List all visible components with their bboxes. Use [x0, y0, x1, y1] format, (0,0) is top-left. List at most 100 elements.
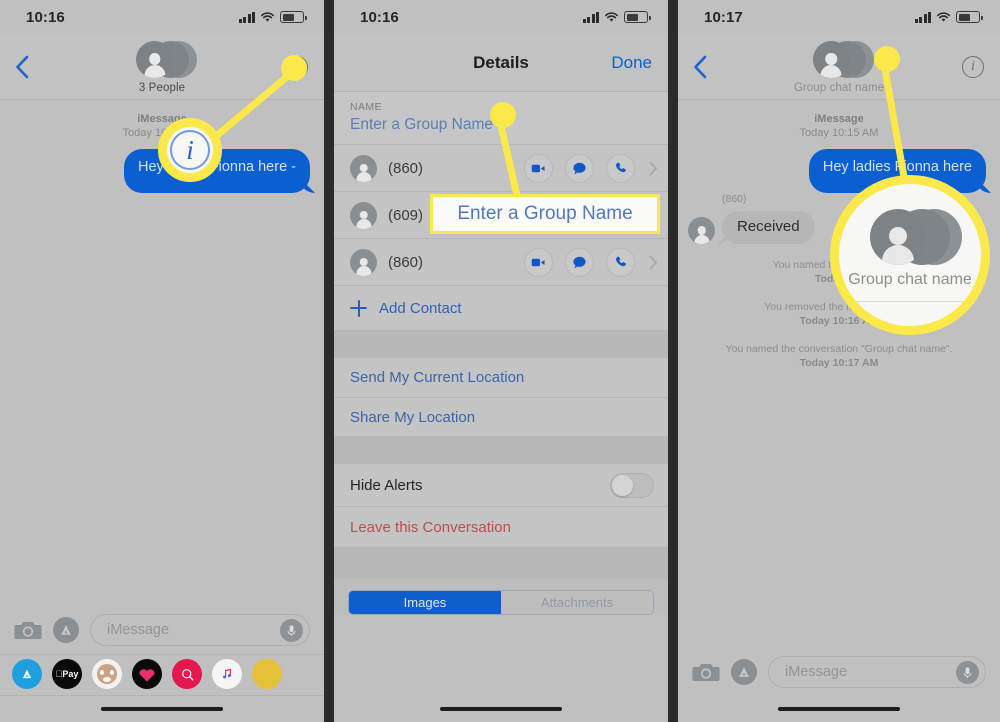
system-note-text: You named the conversation "Group chat n…: [725, 343, 953, 355]
app-icon-apple-pay[interactable]: Pay: [52, 659, 82, 689]
leave-conversation-row[interactable]: Leave this Conversation: [334, 506, 668, 548]
group-name-label: 3 People: [138, 82, 186, 94]
sender-avatar: [688, 217, 715, 244]
contact-row[interactable]: (860): [334, 238, 668, 285]
back-chevron-icon[interactable]: [12, 54, 32, 80]
microphone-icon[interactable]: [280, 618, 303, 642]
app-icon-images[interactable]: [172, 659, 202, 689]
message-row-outgoing: Hey ladies Fionna here: [678, 140, 1000, 193]
contact-row[interactable]: (609): [334, 191, 668, 238]
section-spacer: [334, 548, 668, 578]
system-note-time: Today 10:: [814, 273, 864, 285]
battery-icon: [624, 11, 651, 23]
group-avatar-icon: [807, 41, 874, 79]
home-indicator-bar: [334, 696, 668, 722]
imessage-placeholder: iMessage: [785, 664, 848, 680]
message-input-bar: iMessage Pay: [0, 606, 324, 722]
message-bubble-sent[interactable]: Hey ladies Fionna here: [808, 149, 986, 193]
status-bar: 10:17: [678, 0, 1000, 34]
camera-icon[interactable]: [14, 619, 42, 641]
status-indicators: [914, 11, 983, 23]
phone-panel-named-conversation: 10:17 Group chat name i iMessage Today 1…: [678, 0, 1000, 722]
contact-avatar: [350, 201, 377, 229]
phone-call-icon[interactable]: [606, 153, 635, 183]
imessage-input[interactable]: iMessage: [90, 614, 310, 646]
message-list: iMessage Today 10:15 AM Hey ladies Fionn…: [678, 100, 1000, 662]
wifi-icon: [260, 11, 275, 23]
service-label: iMessage: [137, 113, 187, 125]
hide-alerts-label: Hide Alerts: [350, 476, 423, 494]
share-my-location-row[interactable]: Share My Location: [334, 397, 668, 437]
app-icon-more[interactable]: [252, 659, 282, 689]
contact-avatar: [350, 154, 377, 182]
app-icon-app-store[interactable]: [12, 659, 42, 689]
hide-alerts-toggle[interactable]: [610, 472, 654, 498]
microphone-icon[interactable]: [956, 660, 979, 684]
message-timestamp: Today 10:15 AM: [799, 127, 879, 139]
camera-icon[interactable]: [692, 661, 720, 683]
input-row: iMessage: [0, 606, 324, 654]
send-current-location-row[interactable]: Send My Current Location: [334, 357, 668, 397]
tab-attachments[interactable]: Attachments: [501, 591, 653, 614]
message-bubble-received[interactable]: Received: [722, 211, 815, 244]
message-icon[interactable]: [565, 247, 594, 277]
status-bar: 10:16: [334, 0, 668, 34]
video-call-icon[interactable]: [524, 153, 553, 183]
add-contact-row[interactable]: Add Contact: [334, 285, 668, 331]
group-identity[interactable]: Group chat name: [794, 41, 884, 94]
app-icon-digital-touch[interactable]: [132, 659, 162, 689]
message-bubble-sent[interactable]: Hey ladies Fionna here -: [124, 149, 310, 193]
message-input-bar: iMessage: [678, 648, 1000, 722]
section-spacer: [334, 437, 668, 463]
app-drawer: Pay: [0, 654, 324, 696]
home-indicator[interactable]: [778, 706, 900, 712]
contact-row[interactable]: (860): [334, 144, 668, 191]
group-name-label: Group chat name: [793, 82, 885, 94]
attachments-segment-wrap: Images Attachments: [334, 578, 668, 615]
panel-divider-2: [668, 0, 678, 722]
app-icon-memoji[interactable]: [92, 659, 122, 689]
home-indicator[interactable]: [440, 706, 562, 712]
system-note: You removed the name from the Today 10:1…: [678, 300, 1000, 328]
hide-alerts-row[interactable]: Hide Alerts: [334, 463, 668, 506]
status-indicators: [582, 11, 651, 23]
conversation-header: 3 People i: [0, 34, 324, 100]
system-note: You named the conversation Today 10:: [678, 258, 1000, 286]
group-identity[interactable]: 3 People: [130, 41, 197, 94]
wifi-icon: [604, 11, 619, 23]
service-label: iMessage: [814, 113, 864, 125]
chevron-right-icon[interactable]: [649, 161, 658, 176]
message-list: iMessage Today 10:15 AM Hey ladies Fionn…: [0, 100, 324, 618]
done-button[interactable]: Done: [611, 53, 652, 73]
message-icon[interactable]: [565, 153, 594, 183]
app-icon-music[interactable]: [212, 659, 242, 689]
add-contact-label: Add Contact: [379, 299, 462, 317]
status-time: 10:16: [26, 8, 65, 26]
contact-avatar: [350, 248, 377, 276]
info-circle-icon[interactable]: i: [962, 55, 984, 78]
group-avatar-icon: [130, 41, 197, 79]
imessage-input[interactable]: iMessage: [768, 656, 986, 688]
tab-images[interactable]: Images: [349, 591, 501, 614]
system-note-time: Today 10:17 AM: [799, 357, 879, 369]
home-indicator[interactable]: [101, 706, 223, 712]
group-name-section: NAME Enter a Group Name: [334, 92, 668, 144]
section-spacer: [334, 331, 668, 357]
page-title: Details: [473, 52, 529, 72]
info-circle-icon[interactable]: i: [286, 55, 308, 78]
battery-icon: [280, 11, 307, 23]
app-store-icon[interactable]: [731, 659, 757, 685]
input-row: iMessage: [678, 648, 1000, 696]
message-row-outgoing: Hey ladies Fionna here -: [0, 140, 324, 193]
app-store-icon[interactable]: [53, 617, 79, 643]
video-call-icon[interactable]: [524, 247, 553, 277]
system-note-time: Today 10:16 AM: [799, 315, 879, 327]
phone-call-icon[interactable]: [606, 247, 635, 277]
chevron-right-icon[interactable]: [649, 255, 658, 270]
back-chevron-icon[interactable]: [690, 54, 710, 80]
battery-icon: [956, 11, 983, 23]
group-name-input[interactable]: Enter a Group Name: [350, 116, 652, 134]
status-time: 10:17: [704, 8, 743, 26]
message-meta: iMessage Today 10:15 AM: [678, 100, 1000, 140]
contact-actions: [524, 153, 658, 183]
